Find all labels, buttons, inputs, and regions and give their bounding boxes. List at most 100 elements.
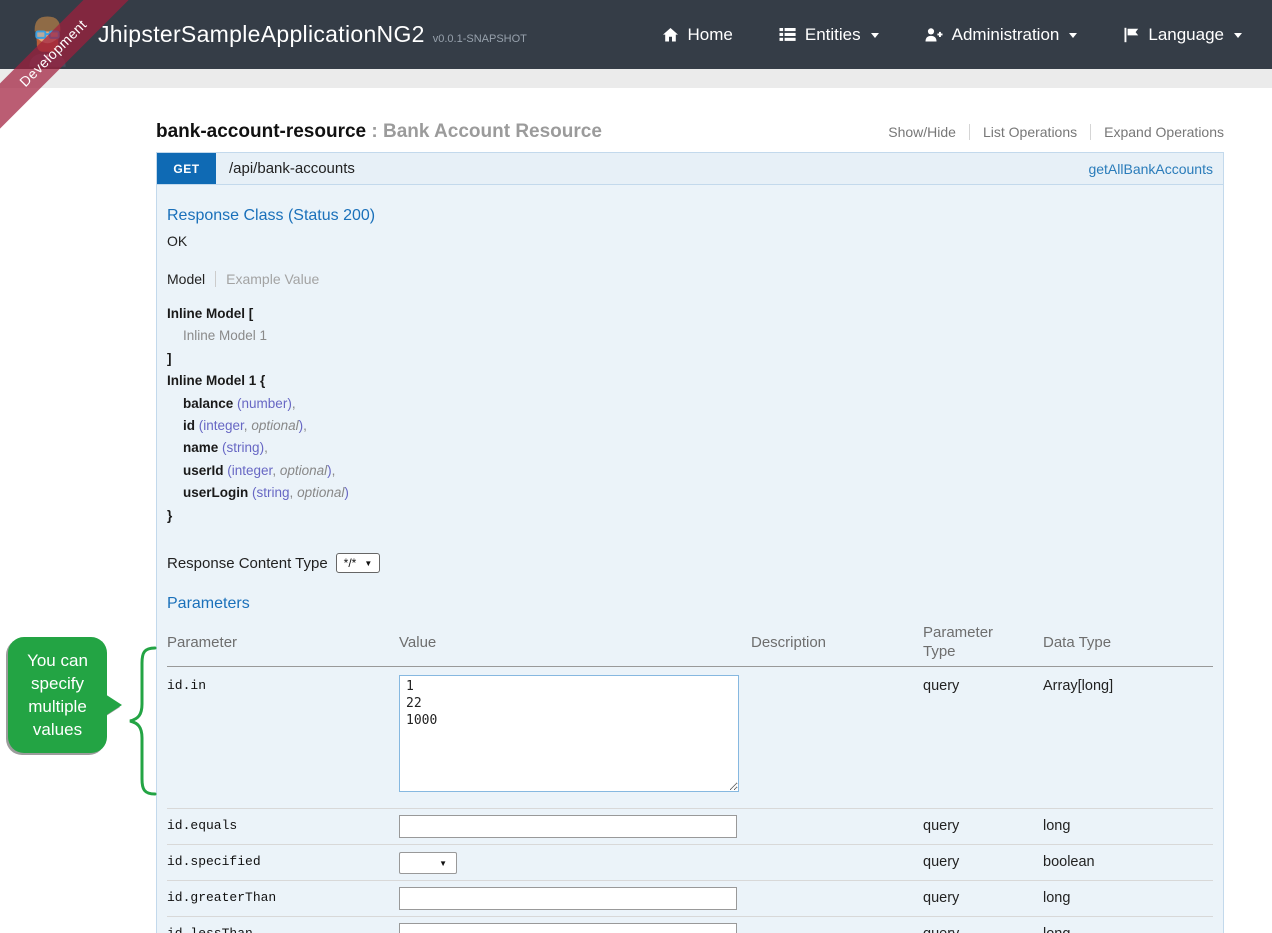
param-type: query	[923, 815, 1043, 834]
signature-line: id (integer, optional),	[167, 415, 1213, 437]
chevron-down-icon	[871, 33, 879, 38]
response-content-type-row: Response Content Type */* ▼	[167, 553, 1213, 573]
nav-item-language[interactable]: Language	[1123, 25, 1242, 45]
param-value-cell: ▼	[399, 851, 751, 874]
tab-example-value[interactable]: Example Value	[215, 271, 319, 287]
response-status-text: OK	[167, 233, 1213, 249]
param-type: query	[923, 923, 1043, 933]
nav-item-label: Language	[1148, 25, 1224, 45]
column-header-parameter-type: Parameter Type	[923, 623, 1043, 661]
response-content-type-select[interactable]: */* ▼	[336, 553, 381, 573]
param-name: id.greaterThan	[167, 887, 399, 905]
response-content-type-label: Response Content Type	[167, 555, 328, 572]
expand-operations-link[interactable]: Expand Operations	[1090, 124, 1224, 140]
chevron-down-icon	[1069, 33, 1077, 38]
resource-title: Bank Account Resource	[383, 121, 602, 142]
param-value-input[interactable]	[399, 887, 737, 910]
chevron-down-icon	[1234, 33, 1242, 38]
nav-item-administration[interactable]: Administration	[925, 25, 1078, 45]
operation-get-bank-accounts: GET /api/bank-accounts getAllBankAccount…	[156, 152, 1224, 933]
brace-annotation-icon	[127, 645, 157, 797]
subnav-strip	[0, 69, 1272, 88]
signature-line: Inline Model [	[167, 303, 1213, 325]
param-name: id.lessThan	[167, 923, 399, 933]
signature-line: Inline Model 1 {	[167, 370, 1213, 392]
param-name: id.specified	[167, 851, 399, 869]
nav-menu: Home Entities Administration Language	[662, 25, 1242, 45]
parameters-heading: Parameters	[167, 595, 1213, 613]
column-header-data-type: Data Type	[1043, 634, 1213, 651]
navbar: JhipsterSampleApplicationNG2 v0.0.1-SNAP…	[0, 0, 1272, 69]
resource-actions: Show/HideList OperationsExpand Operation…	[875, 124, 1224, 140]
param-type: query	[923, 851, 1043, 870]
show-hide-link[interactable]: Show/Hide	[875, 124, 969, 140]
column-header-parameter: Parameter	[167, 634, 399, 651]
operation-nickname-link[interactable]: getAllBankAccounts	[1088, 161, 1213, 177]
operation-path-link[interactable]: /api/bank-accounts	[229, 160, 355, 177]
model-tabs: Model Example Value	[167, 271, 1213, 287]
param-row-id.specified: id.specified ▼ queryboolean	[167, 845, 1213, 881]
param-value-cell	[399, 887, 751, 910]
param-name: id.in	[167, 675, 399, 693]
param-row-id.in: id.in queryArray[long]	[167, 667, 1213, 809]
param-data-type: long	[1043, 887, 1213, 906]
operation-heading: GET /api/bank-accounts getAllBankAccount…	[156, 152, 1224, 185]
model-signature: Inline Model [Inline Model 1]Inline Mode…	[167, 303, 1213, 527]
param-value-select[interactable]: ▼	[399, 852, 457, 874]
param-data-type: boolean	[1043, 851, 1213, 870]
parameters-table-header: ParameterValueDescriptionParameter TypeD…	[167, 623, 1213, 667]
param-row-id.greaterThan: id.greaterThan querylong	[167, 881, 1213, 917]
signature-line: userId (integer, optional),	[167, 460, 1213, 482]
param-value-input[interactable]	[399, 815, 737, 838]
response-class-heading: Response Class (Status 200)	[167, 207, 1213, 225]
resource-header: bank-account-resource : Bank Account Res…	[156, 121, 1224, 143]
param-value-cell	[399, 675, 751, 796]
page-title: bank-account-resource : Bank Account Res…	[156, 121, 602, 143]
param-type: query	[923, 887, 1043, 906]
tooltip-text: You can specify multiple values	[27, 651, 88, 739]
param-data-type: long	[1043, 923, 1213, 933]
param-row-id.lessThan: id.lessThan querylong	[167, 917, 1213, 933]
operation-content: Response Class (Status 200) OK Model Exa…	[156, 185, 1224, 933]
nav-item-label: Administration	[952, 25, 1060, 45]
app-version: v0.0.1-SNAPSHOT	[433, 33, 527, 45]
parameters-table: ParameterValueDescriptionParameter TypeD…	[167, 623, 1213, 933]
parameters-table-body: id.inqueryArray[long]id.equalsquerylongi…	[167, 667, 1213, 933]
column-header-description: Description	[751, 634, 923, 651]
param-type: query	[923, 675, 1043, 694]
param-value-cell	[399, 815, 751, 838]
param-name: id.equals	[167, 815, 399, 833]
swagger-page: bank-account-resource : Bank Account Res…	[156, 121, 1224, 933]
signature-line: Inline Model 1	[167, 325, 1213, 347]
param-value-cell	[399, 923, 751, 933]
chevron-down-icon: ▼	[364, 559, 372, 568]
param-row-id.equals: id.equals querylong	[167, 809, 1213, 845]
tooltip-bubble: You can specify multiple values	[8, 637, 107, 753]
tooltip-tail	[105, 694, 122, 716]
param-value-input[interactable]	[399, 923, 737, 933]
resource-separator: :	[366, 121, 383, 142]
column-header-value: Value	[399, 634, 751, 651]
flag-icon	[1123, 27, 1139, 43]
list-operations-link[interactable]: List Operations	[969, 124, 1090, 140]
chevron-down-icon: ▼	[439, 859, 447, 868]
signature-line: balance (number),	[167, 393, 1213, 415]
param-data-type: Array[long]	[1043, 675, 1213, 694]
nav-item-label: Home	[688, 25, 733, 45]
nav-item-home[interactable]: Home	[662, 25, 733, 45]
signature-line: }	[167, 505, 1213, 527]
tab-model[interactable]: Model	[167, 271, 205, 287]
nav-item-entities[interactable]: Entities	[779, 25, 879, 45]
app-title: JhipsterSampleApplicationNG2	[98, 21, 425, 48]
resource-name-link[interactable]: bank-account-resource	[156, 121, 366, 142]
selected-content-type: */*	[344, 556, 357, 570]
signature-line: ]	[167, 348, 1213, 370]
nav-item-label: Entities	[805, 25, 861, 45]
http-method-badge: GET	[157, 153, 216, 184]
param-value-textarea[interactable]	[399, 675, 739, 792]
user-plus-icon	[925, 27, 943, 42]
param-data-type: long	[1043, 815, 1213, 834]
home-icon	[662, 27, 679, 43]
signature-line: name (string),	[167, 437, 1213, 459]
signature-line: userLogin (string, optional)	[167, 482, 1213, 504]
